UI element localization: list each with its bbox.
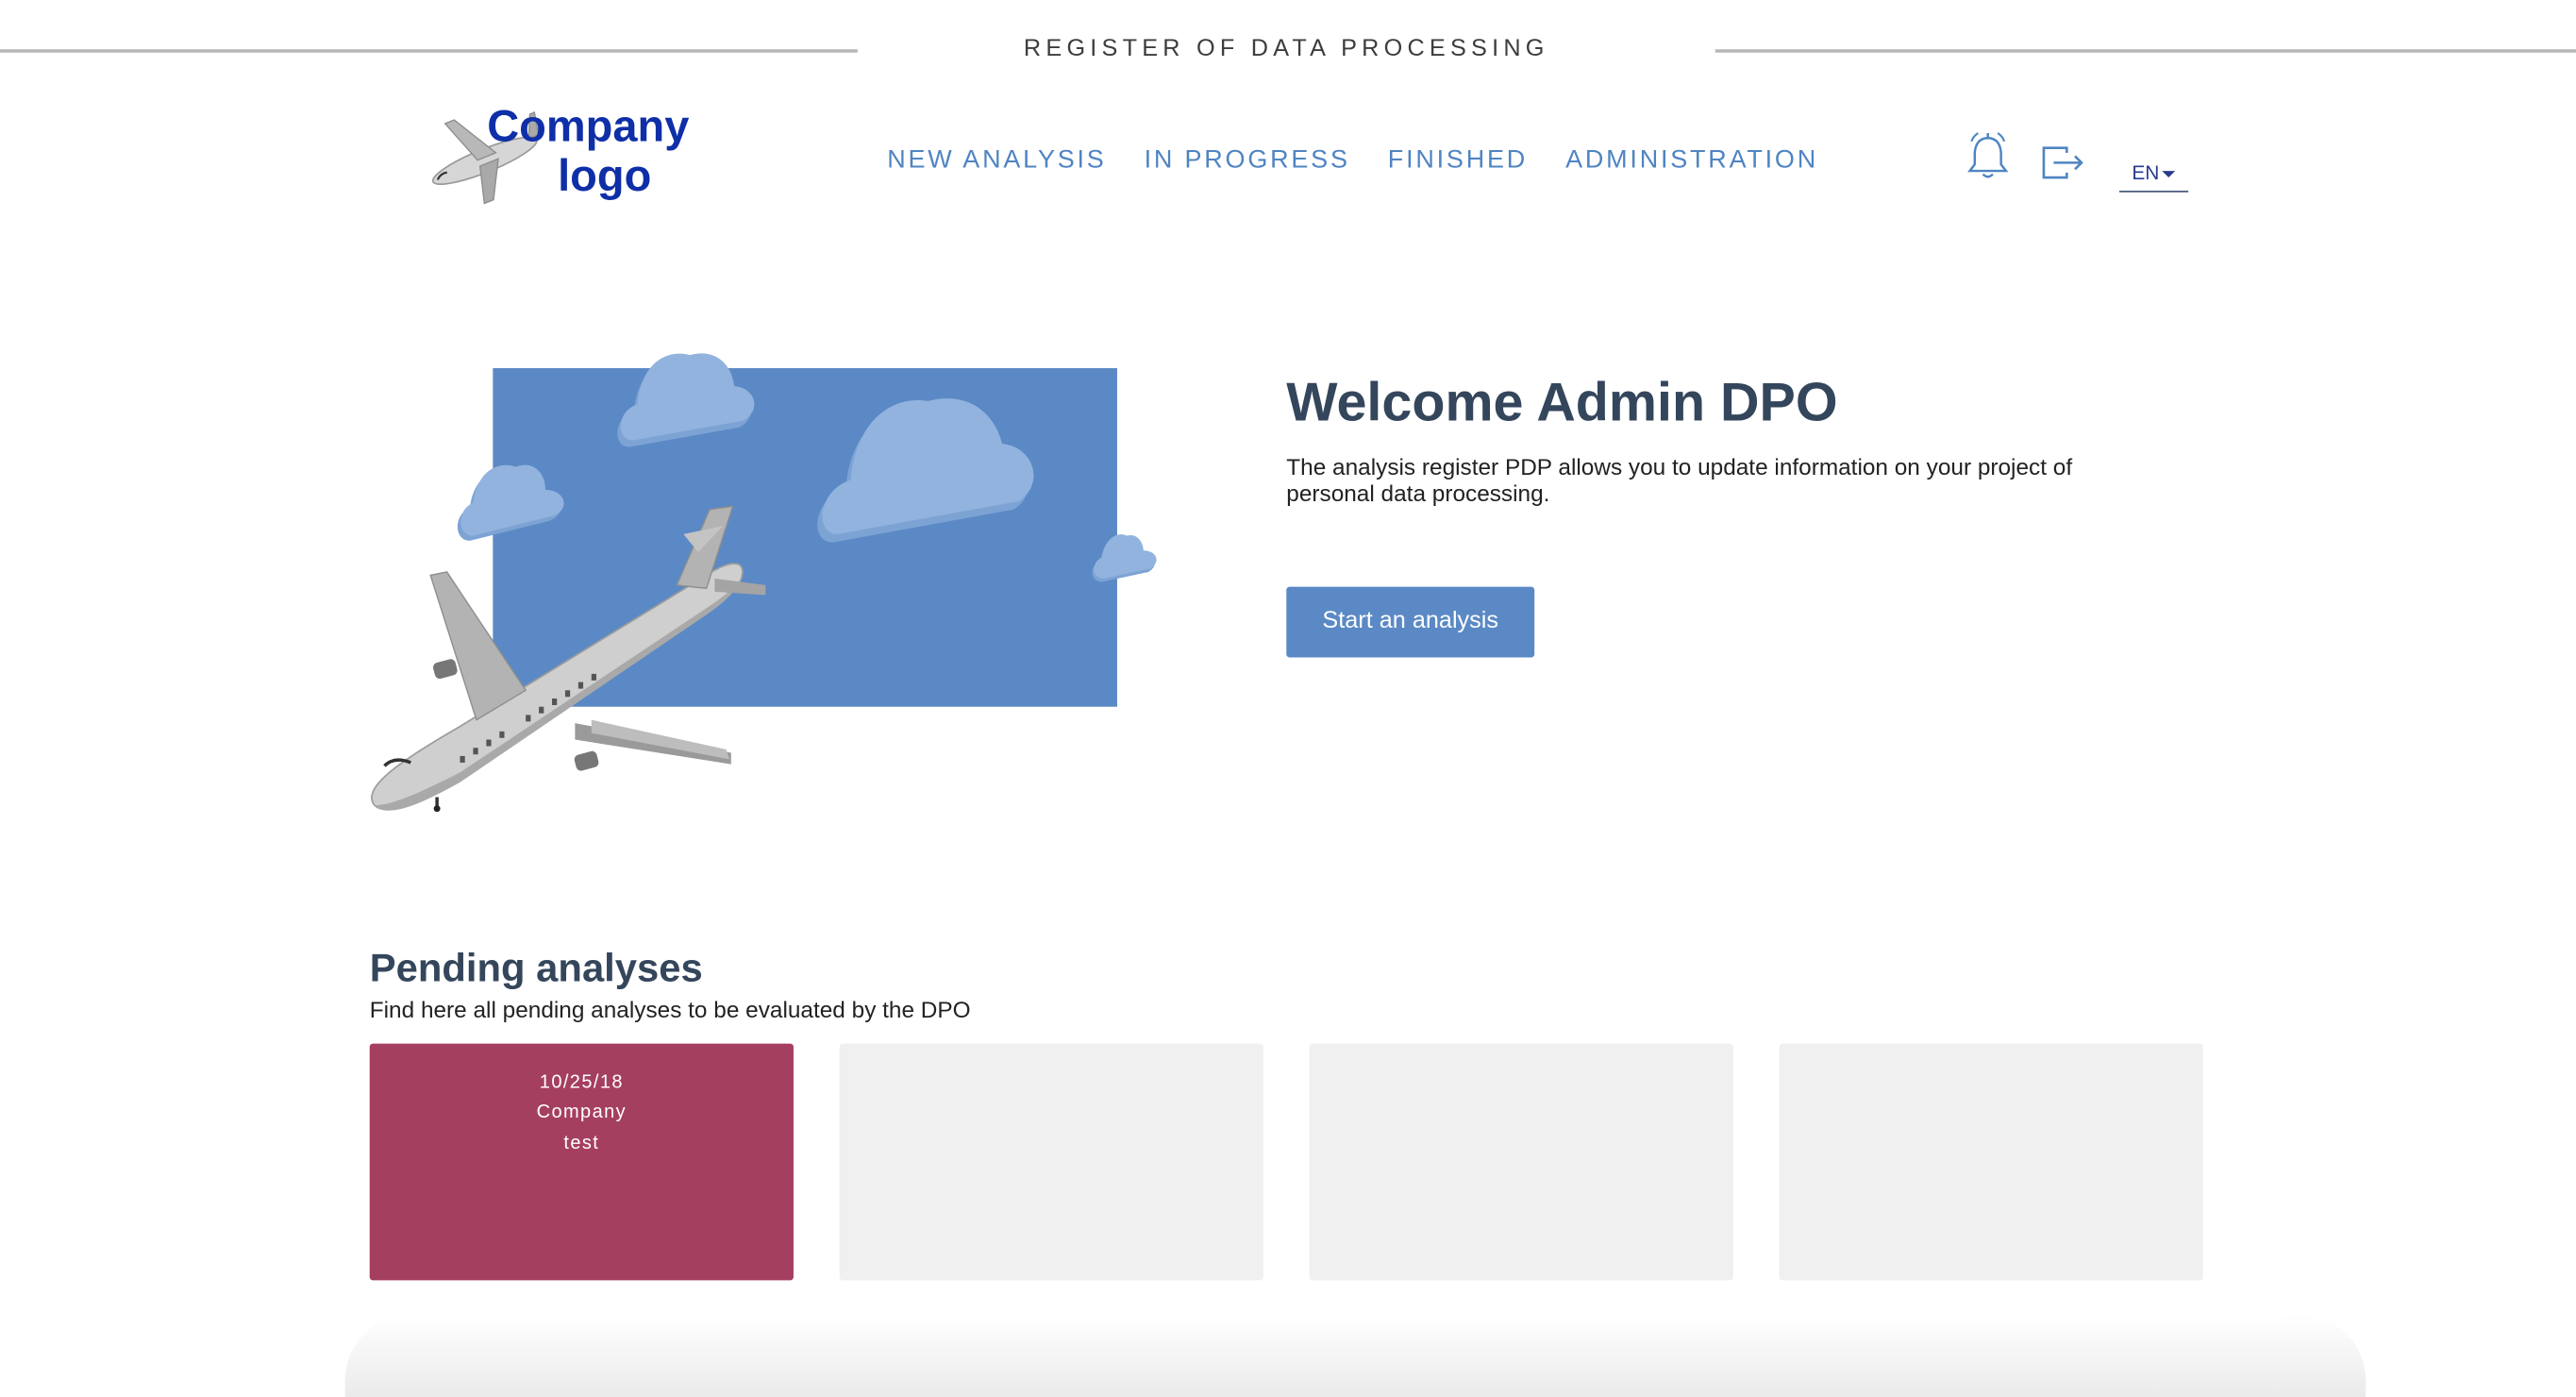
nav-finished[interactable]: FINISHED bbox=[1388, 146, 1528, 176]
card-company: Company bbox=[536, 1102, 627, 1123]
welcome-title: Welcome Admin DPO bbox=[1286, 371, 1838, 432]
empty-card-slot bbox=[839, 1043, 1263, 1281]
card-date: 10/25/18 bbox=[539, 1073, 624, 1093]
banner-divider-right bbox=[1715, 49, 2576, 53]
caret-down-icon bbox=[2162, 170, 2176, 177]
nav-administration[interactable]: ADMINISTRATION bbox=[1565, 146, 1818, 176]
footer-shadow bbox=[344, 1314, 2367, 1397]
app-canvas: REGISTER OF DATA PROCESSING Company logo… bbox=[0, 0, 2576, 1397]
card-name: test bbox=[563, 1134, 600, 1154]
banner-title: REGISTER OF DATA PROCESSING bbox=[1023, 36, 1549, 63]
main-nav: NEW ANALYSIS IN PROGRESS FINISHED ADMINI… bbox=[887, 146, 1818, 176]
start-analysis-button[interactable]: Start an analysis bbox=[1286, 586, 1535, 658]
logo-line-2: logo bbox=[558, 151, 652, 201]
language-value: EN bbox=[2132, 160, 2160, 185]
empty-card-slot bbox=[1779, 1043, 2203, 1281]
banner-divider-left bbox=[0, 49, 858, 53]
hero-illustration bbox=[371, 353, 1157, 813]
nav-new-analysis[interactable]: NEW ANALYSIS bbox=[887, 146, 1106, 176]
pending-analyses-subtitle: Find here all pending analyses to be eva… bbox=[369, 996, 971, 1023]
logo-line-1: Company bbox=[487, 101, 690, 152]
company-logo[interactable]: Company logo bbox=[417, 98, 705, 213]
pending-analyses-title: Pending analyses bbox=[369, 946, 703, 991]
pending-analysis-card[interactable]: 10/25/18 Company test bbox=[369, 1043, 794, 1281]
logo-text: Company logo bbox=[473, 102, 703, 200]
welcome-description: The analysis register PDP allows you to … bbox=[1286, 453, 2073, 507]
language-select[interactable]: EN bbox=[2119, 160, 2189, 193]
nav-in-progress[interactable]: IN PROGRESS bbox=[1145, 146, 1350, 176]
empty-card-slot bbox=[1309, 1043, 1733, 1281]
page: REGISTER OF DATA PROCESSING Company logo… bbox=[0, 0, 2576, 1397]
logout-icon[interactable] bbox=[2040, 143, 2086, 182]
bell-icon[interactable] bbox=[1964, 128, 2013, 181]
